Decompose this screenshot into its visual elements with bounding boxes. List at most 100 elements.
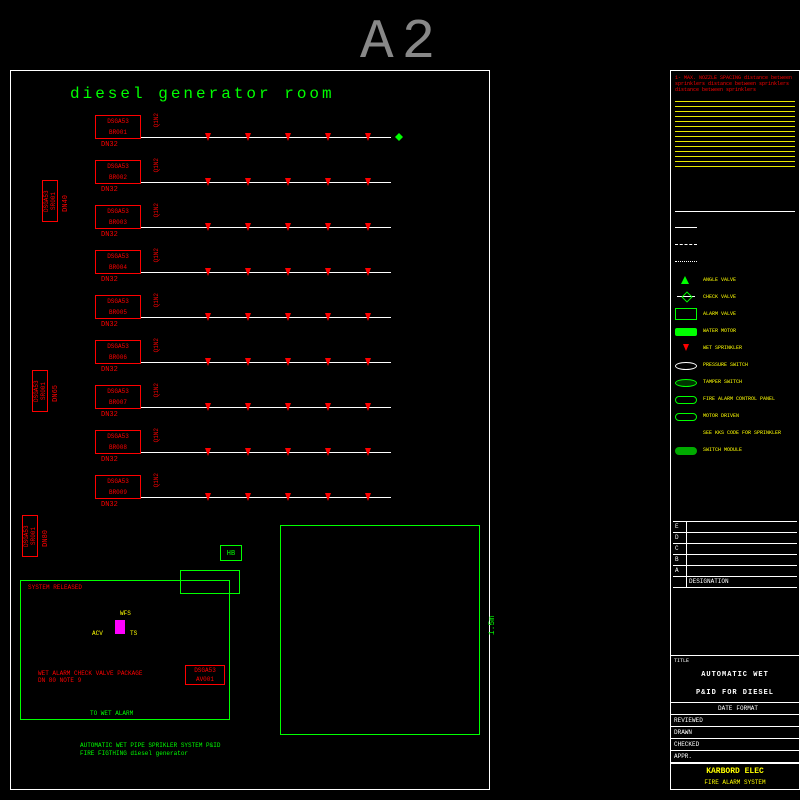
lower-room-outline: 1.5m <box>280 525 480 735</box>
branch-pipe <box>141 497 391 498</box>
revision-block: EDCBA DESIGNATION <box>673 521 797 588</box>
legend-label: WATER MOTOR <box>703 328 736 334</box>
rev-desc <box>687 544 797 554</box>
legend-symbol-dot <box>675 261 697 271</box>
legend-symbol-pill <box>675 396 697 404</box>
branch-vert-dim: Q1N2 <box>153 338 160 352</box>
hose-bib-box: HB <box>220 545 242 561</box>
small-yellow-2: ACV <box>92 630 103 637</box>
rev-letter: C <box>673 544 687 554</box>
titleblock-row: DRAWN <box>671 727 799 739</box>
branch-pipe <box>141 227 391 228</box>
revision-row: D <box>673 533 797 544</box>
branch-dn: DN32 <box>101 501 118 509</box>
legend-symbol-tri <box>675 275 697 285</box>
legend-label: FIRE ALARM CONTROL PANEL <box>703 396 775 402</box>
branch-vert-dim: Q1N2 <box>153 383 160 397</box>
branch-tag-top: DSGA53 <box>96 251 140 263</box>
legend-row: TAMPER SWITCH <box>675 376 795 388</box>
titleblock-row: APPR. <box>671 751 799 763</box>
rev-col-blank <box>673 577 687 587</box>
rev-desc <box>687 555 797 565</box>
tb-field-v2: FORMAT <box>736 705 758 712</box>
titleblock-row: DATE FORMAT <box>671 703 799 715</box>
legend-label: WET SPRINKLER <box>703 345 742 351</box>
drawing-title-l2: P&ID FOR DIESEL <box>674 686 796 700</box>
av-tag-1: DSGA53 <box>186 666 224 675</box>
branch-pipe <box>141 362 391 363</box>
branch-tag-top: DSGA53 <box>96 296 140 308</box>
to-wet-alarm-label: TO WET ALARM <box>90 710 133 717</box>
titleblock-row: CHECKED <box>671 739 799 751</box>
branch-pipe <box>141 272 391 273</box>
title-block: TITLE AUTOMATIC WET P&ID FOR DIESEL DATE… <box>671 655 799 789</box>
branch-tag-bot: BR004 <box>96 263 140 273</box>
branch-dn: DN32 <box>101 366 118 374</box>
rev-letter: A <box>673 566 687 576</box>
branch-pipe <box>141 452 391 453</box>
alarm-package-label: WET ALARM CHECK VALVE PACKAGE DN 80 NOTE… <box>38 670 148 684</box>
branch-tag-bot: BR005 <box>96 308 140 318</box>
branch-tag-box: DSGA53BR004 <box>95 250 141 274</box>
branch-tag-box: DSGA53BR006 <box>95 340 141 364</box>
branch-dn: DN32 <box>101 411 118 419</box>
branch-tag-box: DSGA53BR003 <box>95 205 141 229</box>
main-dn-2: DN65 <box>52 385 60 402</box>
legend-row: ANGLE VALVE <box>675 274 795 286</box>
legend-row: SEE KKS CODE FOR SPRINKLER <box>675 427 795 439</box>
legend-symbol-alarm <box>675 308 697 320</box>
branch-tag-bot: BR003 <box>96 218 140 228</box>
detail-caption: AUTOMATIC WET PIPE SPRIKLER SYSTEM P&ID … <box>80 742 220 758</box>
company-subtitle: FIRE ALARM SYSTEM <box>671 779 799 789</box>
branch-tag-top: DSGA53 <box>96 431 140 443</box>
branch-tag-bot: BR002 <box>96 173 140 183</box>
legend-row: ALARM VALVE <box>675 308 795 320</box>
rev-desc <box>687 522 797 532</box>
av-tag-2: AV001 <box>186 675 224 684</box>
branch-tag-box: DSGA53BR007 <box>95 385 141 409</box>
branch-tag-bot: BR008 <box>96 443 140 453</box>
branch-tag-bot: BR001 <box>96 128 140 138</box>
main-tag-2: DSGA53 SR001 <box>32 370 48 412</box>
branch-vert-dim: Q1N2 <box>153 203 160 217</box>
branch-dn: DN32 <box>101 141 118 149</box>
branch-dn: DN32 <box>101 231 118 239</box>
legend-row: SWITCH MODULE <box>675 444 795 456</box>
branch-tag-top: DSGA53 <box>96 341 140 353</box>
branch-tag-top: DSGA53 <box>96 476 140 488</box>
branch-tag-bot: BR009 <box>96 488 140 498</box>
caption-line-2: FIRE FIGTHING diesel generator <box>80 750 220 758</box>
drawing-title-l1: AUTOMATIC WET <box>674 668 796 682</box>
tb-field-label: APPR. <box>674 753 714 760</box>
legend-symbol-check <box>675 292 697 302</box>
legend-label: PRESSURE SWITCH <box>703 362 748 368</box>
branch-tag-top: DSGA53 <box>96 206 140 218</box>
tb-field-v1: DATE <box>718 705 732 712</box>
legend-row <box>675 257 795 269</box>
revision-row: C <box>673 544 797 555</box>
legend-symbol-pill <box>675 413 697 421</box>
branch-vert-dim: Q1N2 <box>153 428 160 442</box>
branch-tag-box: DSGA53BR001 <box>95 115 141 139</box>
notes-block: 1- MAX. NOZZLE SPACING distance between … <box>675 75 795 175</box>
legend-row: WATER MOTOR <box>675 325 795 337</box>
legend-symbol-ovalg <box>675 379 697 387</box>
legend-block: ANGLE VALVE CHECK VALVE ALARM VALVE WATER M… <box>675 211 795 461</box>
legend-symbol-oval <box>675 362 697 370</box>
legend-symbol-line <box>675 227 697 237</box>
sheet-size-label: A2 <box>360 10 443 74</box>
revision-row: B <box>673 555 797 566</box>
legend-symbol-sprk <box>675 343 697 353</box>
revision-row: A <box>673 566 797 577</box>
legend-label: SWITCH MODULE <box>703 447 742 453</box>
small-yellow-1: WFS <box>120 610 131 617</box>
titleblock-row: REVIEWED <box>671 715 799 727</box>
branch-tag-box: DSGA53BR005 <box>95 295 141 319</box>
legend-symbol-text <box>675 428 697 438</box>
legend-label: CHECK VALVE <box>703 294 736 300</box>
alarm-valve-detail: SYSTEM RELEASED WFS ACV TS WET ALARM CHE… <box>20 570 250 760</box>
rev-letter: E <box>673 522 687 532</box>
legend-symbol-dash <box>675 244 697 254</box>
notes-header: 1- MAX. NOZZLE SPACING distance between … <box>675 75 795 93</box>
branch-tag-box: DSGA53BR002 <box>95 160 141 184</box>
